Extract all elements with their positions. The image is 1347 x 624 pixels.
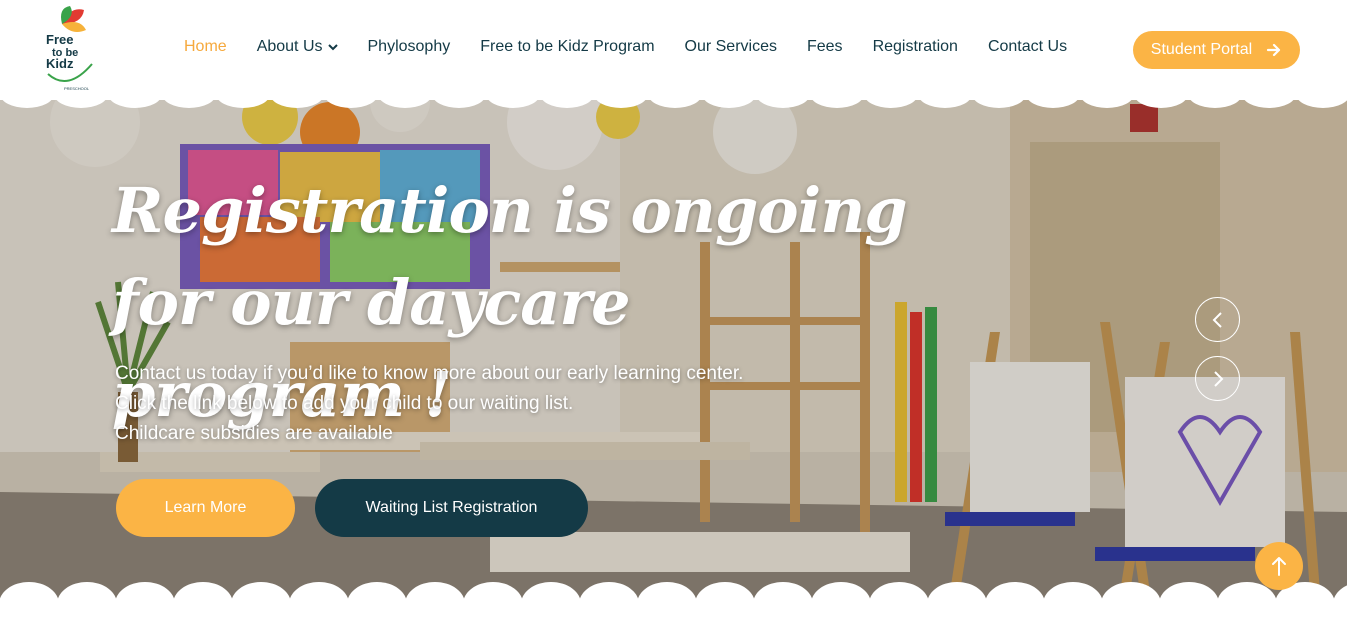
- logo-text-line-3: Kidz: [46, 56, 74, 71]
- page: Free to be Kidz PRESCHOOL Home About Us …: [0, 0, 1347, 624]
- nav-label-home: Home: [184, 38, 227, 55]
- chevron-down-icon: [327, 44, 338, 51]
- hero-headline-line-1: Registration is ongoing: [112, 174, 908, 247]
- logo-text-line-1: Free: [46, 32, 73, 47]
- waiting-list-registration-button[interactable]: Waiting List Registration: [315, 479, 588, 537]
- nav-label-program: Free to be Kidz Program: [480, 38, 655, 55]
- nav-item-program[interactable]: Free to be Kidz Program: [480, 38, 654, 56]
- nav-item-about-us[interactable]: About Us: [257, 38, 338, 56]
- main-nav: Home About Us Phylosophy Free to be Kidz…: [184, 38, 1097, 56]
- chevron-right-icon: [1213, 370, 1223, 387]
- chevron-left-icon: [1212, 311, 1222, 328]
- slider-next-button[interactable]: [1195, 356, 1240, 401]
- nav-item-contact-us[interactable]: Contact Us: [988, 38, 1067, 56]
- site-header: Free to be Kidz PRESCHOOL Home About Us …: [0, 0, 1347, 100]
- hero-subtext-line-2: Click the link below to add your child t…: [115, 393, 574, 414]
- student-portal-button[interactable]: Student Portal: [1133, 31, 1300, 69]
- nav-label-contact-us: Contact Us: [987, 38, 1068, 55]
- waiting-list-label: Waiting List Registration: [365, 499, 538, 516]
- nav-item-fees[interactable]: Fees: [807, 38, 843, 56]
- scroll-to-top-button[interactable]: [1255, 542, 1303, 590]
- free-to-be-kidz-logo[interactable]: Free to be Kidz PRESCHOOL: [40, 4, 102, 94]
- nav-label-phylosophy: Phylosophy: [367, 38, 451, 55]
- nav-item-our-services[interactable]: Our Services: [685, 38, 777, 56]
- nav-item-registration[interactable]: Registration: [873, 38, 958, 56]
- bottom-scallop-edge: [0, 582, 1347, 624]
- slider-prev-button[interactable]: [1195, 297, 1240, 342]
- arrow-up-icon: [1272, 557, 1286, 576]
- nav-label-about-us: About Us: [256, 38, 323, 55]
- hero-subtext-line-1: Contact us today if you’d like to know m…: [115, 363, 744, 384]
- nav-label-fees: Fees: [806, 38, 843, 55]
- nav-item-home[interactable]: Home: [184, 38, 227, 56]
- hero-subtext: Contact us today if you’d like to know m…: [115, 359, 743, 449]
- nav-label-registration: Registration: [872, 38, 958, 55]
- learn-more-label: Learn More: [164, 499, 247, 516]
- student-portal-label: Student Portal: [1150, 41, 1253, 58]
- arrow-right-icon: [1267, 43, 1281, 57]
- hero-subtext-line-3: Childcare subsidies are available: [115, 423, 393, 444]
- nav-item-phylosophy[interactable]: Phylosophy: [368, 38, 451, 56]
- learn-more-button[interactable]: Learn More: [116, 479, 295, 537]
- nav-label-our-services: Our Services: [684, 38, 777, 55]
- logo-subtext: PRESCHOOL: [64, 86, 90, 91]
